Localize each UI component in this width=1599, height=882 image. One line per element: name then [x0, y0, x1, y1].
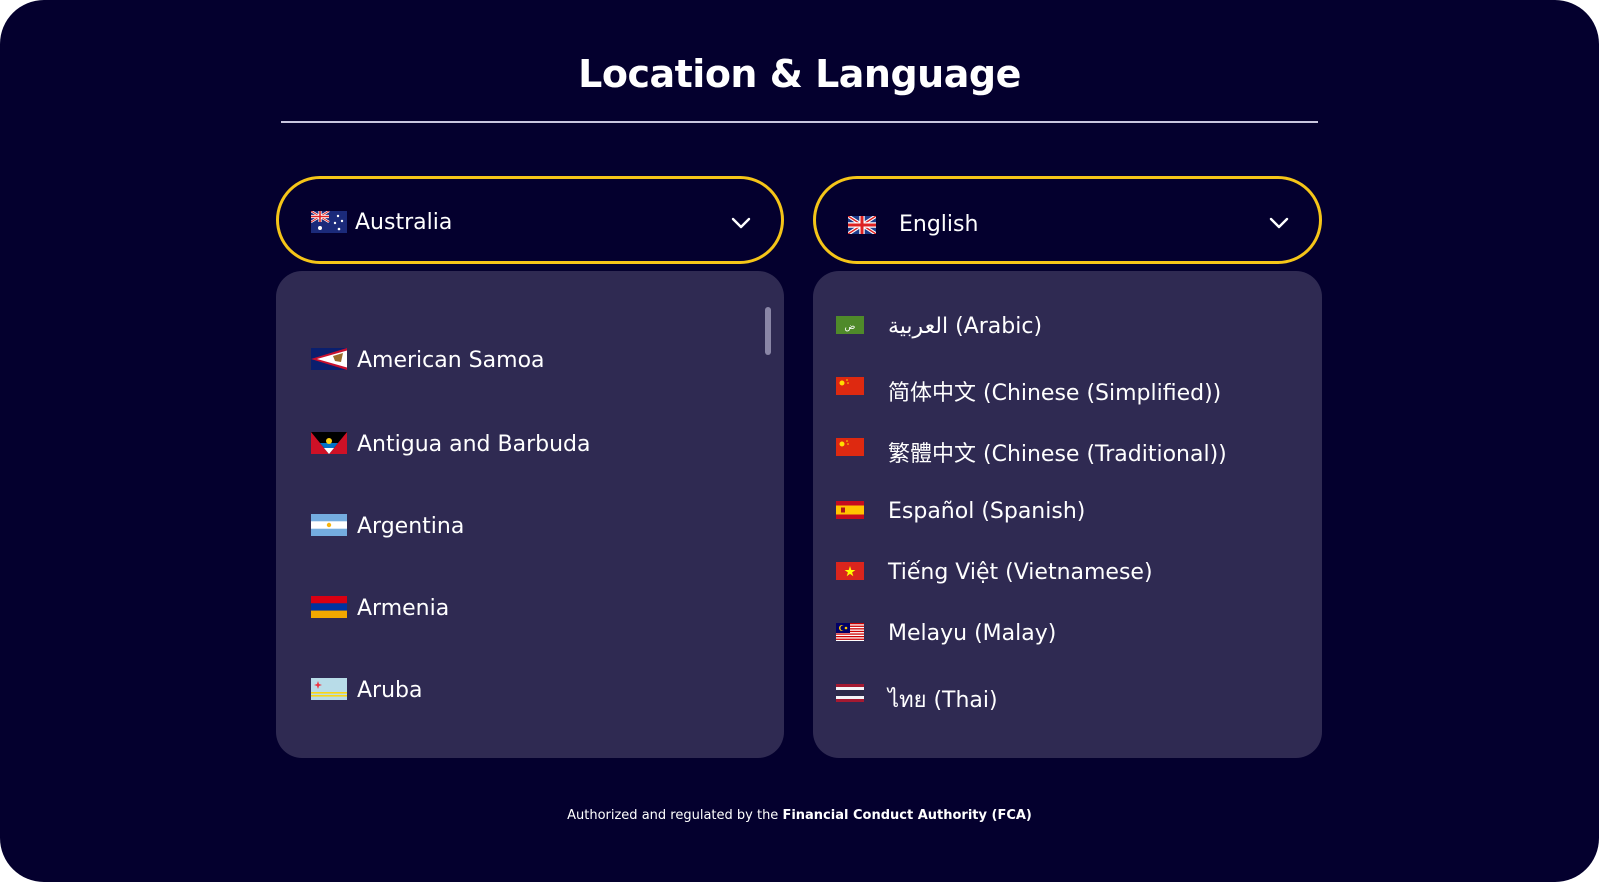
list-item-american-samoa[interactable]: American Samoa	[311, 340, 751, 380]
footer-text: Authorized and regulated by the	[567, 808, 783, 823]
list-item-aruba[interactable]: Aruba	[311, 670, 751, 710]
scrollbar-thumb[interactable]	[765, 307, 771, 355]
list-item-label: Melayu (Malay)	[888, 621, 1057, 646]
thailand-flag-icon	[836, 684, 864, 702]
china-flag-icon	[836, 377, 864, 395]
arabic-flag-icon: ض	[836, 316, 864, 334]
list-item-argentina[interactable]: Argentina	[311, 506, 751, 546]
list-item-label: 简体中文 (Chinese (Simplified))	[888, 381, 1222, 406]
list-item-armenia[interactable]: Armenia	[311, 588, 751, 628]
list-item-vietnamese[interactable]: Tiếng Việt (Vietnamese)	[836, 552, 1296, 592]
list-item-malay[interactable]: Melayu (Malay)	[836, 613, 1296, 653]
language-select[interactable]: English	[813, 176, 1322, 264]
regulatory-footer: Authorized and regulated by the Financia…	[0, 808, 1599, 823]
american-samoa-flag-icon	[311, 348, 347, 370]
list-item-thai[interactable]: ไทย (Thai)	[836, 674, 1296, 714]
spain-flag-icon	[836, 501, 864, 519]
regulator-name: Financial Conduct Authority (FCA)	[782, 808, 1032, 823]
language-dropdown-list[interactable]: ض العربية (Arabic) 简体中文 (Chinese (Simpli…	[813, 271, 1322, 758]
malaysia-flag-icon	[836, 623, 864, 641]
australia-flag-icon	[311, 211, 347, 233]
list-item-label: Aruba	[357, 678, 423, 703]
list-item-label: Antigua and Barbuda	[357, 432, 591, 457]
chevron-down-icon	[1269, 217, 1289, 229]
list-item-chinese-simplified[interactable]: 简体中文 (Chinese (Simplified))	[836, 367, 1296, 407]
page-title: Location & Language	[578, 52, 1021, 96]
list-item-label: Español (Spanish)	[888, 499, 1086, 524]
uk-flag-icon	[848, 216, 876, 234]
list-item-spanish[interactable]: Español (Spanish)	[836, 491, 1296, 531]
list-item-label: Armenia	[357, 596, 450, 621]
title-divider	[281, 121, 1318, 123]
country-select[interactable]: Australia	[276, 176, 784, 264]
aruba-flag-icon	[311, 678, 347, 700]
selected-language: English	[899, 212, 979, 237]
list-item-label: 繁體中文 (Chinese (Traditional))	[888, 442, 1227, 467]
list-item-chinese-traditional[interactable]: 繁體中文 (Chinese (Traditional))	[836, 428, 1296, 468]
argentina-flag-icon	[311, 514, 347, 536]
list-item-label: العربية (Arabic)	[888, 314, 1043, 339]
country-dropdown-list[interactable]: American Samoa Antigua and Barbuda Argen…	[276, 271, 784, 758]
chevron-down-icon	[731, 217, 751, 229]
vietnam-flag-icon	[836, 562, 864, 580]
svg-text:ض: ض	[845, 322, 856, 332]
list-item-arabic[interactable]: ض العربية (Arabic)	[836, 306, 1296, 346]
armenia-flag-icon	[311, 596, 347, 618]
list-item-label: ไทย (Thai)	[888, 688, 998, 713]
list-item-label: Tiếng Việt (Vietnamese)	[888, 560, 1153, 585]
list-item-label: Argentina	[357, 514, 465, 539]
china-flag-icon	[836, 438, 864, 456]
antigua-barbuda-flag-icon	[311, 432, 347, 454]
list-item-label: American Samoa	[357, 348, 545, 373]
location-language-modal: Location & Language Australia English Am…	[0, 0, 1599, 882]
selected-country: Australia	[355, 210, 453, 235]
list-item-antigua-and-barbuda[interactable]: Antigua and Barbuda	[311, 424, 751, 464]
